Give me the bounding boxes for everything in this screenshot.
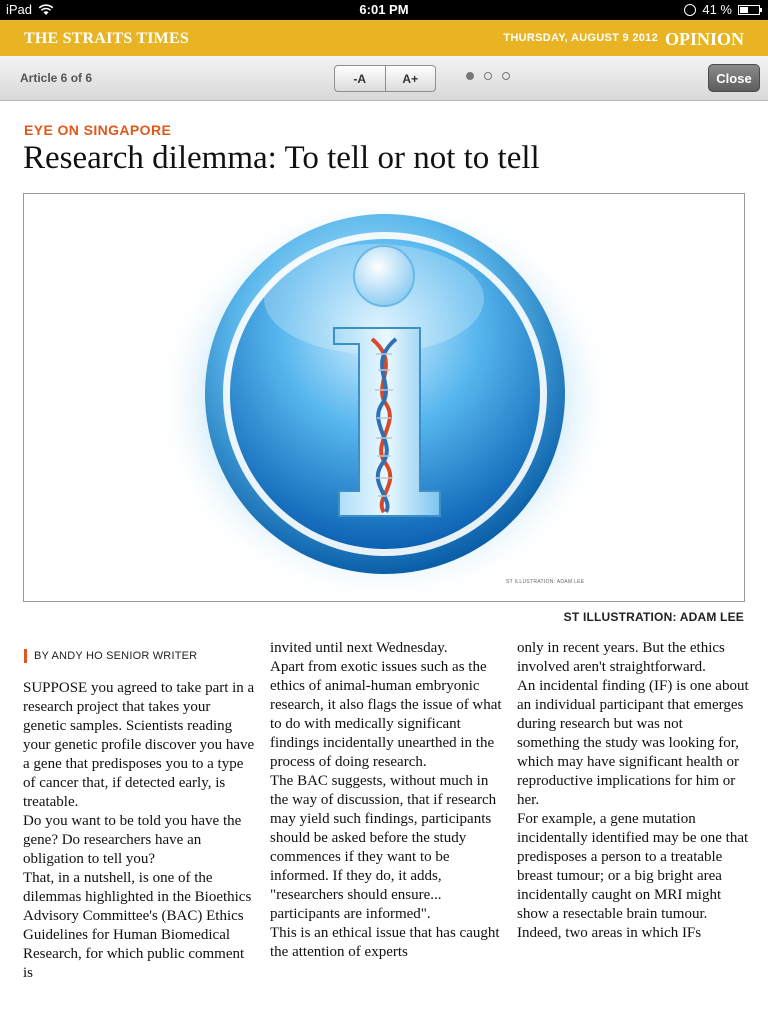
article-headline: Research dilemma: To tell or not to tell: [23, 140, 540, 176]
paragraph: Do you want to be told you have the gene…: [23, 813, 242, 867]
article-column-1: SUPPOSE you agreed to take part in a res…: [23, 679, 255, 983]
illustration-credit-inset: ST ILLUSTRATION: ADAM LEE: [506, 579, 585, 585]
article-counter: Article 6 of 6: [20, 71, 93, 85]
paragraph: This is an ethical issue that has caught…: [270, 925, 500, 960]
increase-font-button[interactable]: A+: [384, 66, 436, 91]
illustration-credit: ST ILLUSTRATION: ADAM LEE: [563, 610, 744, 624]
paragraph: only in recent years. But the ethics inv…: [517, 640, 725, 675]
section-title: OPINION: [664, 29, 744, 49]
page-dot-2[interactable]: [484, 72, 492, 80]
edition-date: THURSDAY, AUGUST 9 2012: [503, 32, 658, 44]
info-dna-icon: [153, 194, 617, 601]
close-button[interactable]: Close: [708, 64, 760, 92]
page-dot-1[interactable]: [466, 72, 474, 80]
status-bar: iPad 6:01 PM 41 %: [0, 0, 768, 20]
byline: BY ANDY HO SENIOR WRITER: [24, 649, 197, 663]
page-indicator[interactable]: [466, 72, 510, 80]
paragraph: For example, a gene mutation incidentall…: [517, 811, 749, 922]
article-column-2: invited until next Wednesday. Apart from…: [270, 639, 502, 962]
brand-logo: THE STRAITS TIMES: [24, 30, 189, 47]
reader-toolbar: Article 6 of 6 -A A+ Close: [0, 56, 768, 101]
masthead: THE STRAITS TIMES THURSDAY, AUGUST 9 201…: [0, 20, 768, 56]
battery-percent: 41 %: [702, 2, 732, 17]
page-dot-3[interactable]: [502, 72, 510, 80]
paragraph: The BAC suggests, without much in the wa…: [270, 773, 497, 922]
article-kicker: EYE ON SINGAPORE: [24, 122, 172, 138]
paragraph: That, in a nutshell, is one of the dilem…: [23, 870, 252, 981]
paragraph: Indeed, two areas in which IFs: [517, 925, 702, 941]
font-size-control: -A A+: [334, 65, 436, 92]
clock: 6:01 PM: [359, 2, 409, 17]
paragraph: SUPPOSE you agreed to take part in a res…: [23, 680, 255, 810]
article-illustration: ST ILLUSTRATION: ADAM LEE: [23, 193, 745, 602]
lock-icon: [684, 3, 697, 16]
paragraph: invited until next Wednesday.: [270, 640, 448, 656]
paragraph: An incidental finding (IF) is one about …: [517, 678, 749, 808]
decrease-font-button[interactable]: -A: [335, 66, 385, 91]
article-column-3: only in recent years. But the ethics inv…: [517, 639, 749, 943]
battery-icon: [738, 4, 762, 15]
paragraph: Apart from exotic issues such as the eth…: [270, 659, 502, 770]
